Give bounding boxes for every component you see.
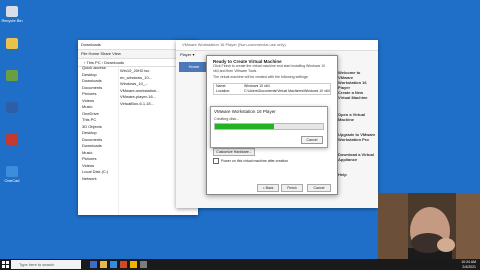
vmware-home-heading[interactable]: Upgrade to VMware Workstation Pro xyxy=(338,132,376,142)
desktop-icon-label: Recycle Bin xyxy=(1,18,23,23)
progress-status: Creating disk... xyxy=(214,117,240,121)
desktop-app-icon xyxy=(6,102,18,113)
progress-bar xyxy=(214,123,324,130)
office-icon[interactable] xyxy=(120,261,127,268)
back-button[interactable]: < Back xyxy=(257,184,279,192)
desktop-icon[interactable] xyxy=(1,70,23,82)
wizard-text: Click Finish to create the virtual machi… xyxy=(213,64,326,73)
desktop-app-icon xyxy=(6,6,18,17)
settings-value: C:\Users\Documents\Virtual Machines\Wind… xyxy=(244,88,330,93)
wizard-settings-table: Name: Windows 10 x64 Location: C:\Users\Doc… xyxy=(213,82,331,95)
progress-dialog[interactable]: VMware Workstation 16 Player Creating di… xyxy=(210,106,328,148)
progress-title: VMware Workstation 16 Player xyxy=(214,109,276,114)
wizard-title: Ready to Create Virtual Machine xyxy=(213,59,282,64)
desktop-app-icon xyxy=(6,70,18,81)
desktop: Recycle Bin OneCad Downloads File Home Sh… xyxy=(0,0,480,270)
power-on-checkbox[interactable] xyxy=(213,158,219,164)
clock-date: 2/4/2021 xyxy=(462,264,476,269)
wizard-cancel-button[interactable]: Cancel xyxy=(307,184,331,192)
vmware-home-heading[interactable]: Welcome to VMware Workstation 16 Player xyxy=(338,70,376,90)
settings-key: Location: xyxy=(216,88,231,93)
explorer-nav-pane[interactable]: Quick access Desktop Downloads Documents Pic… xyxy=(78,65,119,215)
desktop-icon[interactable] xyxy=(1,134,23,146)
desktop-icon[interactable]: Recycle Bin xyxy=(1,6,23,23)
clock-time: 10:24 AM xyxy=(461,260,476,264)
power-on-label: Power on this virtual machine after crea… xyxy=(221,159,289,163)
desktop-icon[interactable] xyxy=(1,38,23,50)
taskbar: Type here to search 10:24 AM 2/4/2021 xyxy=(0,259,480,270)
taskbar-search-input[interactable]: Type here to search xyxy=(11,260,81,269)
desktop-icon[interactable] xyxy=(1,102,23,114)
file-explorer-taskbar-icon[interactable] xyxy=(100,261,107,268)
finish-button[interactable]: Finish xyxy=(281,184,303,192)
wizard-subtext: The virtual machine will be created with… xyxy=(213,75,309,79)
vmware-taskbar-icon[interactable] xyxy=(140,261,147,268)
desktop-icon-label: OneCad xyxy=(4,178,20,183)
chrome-icon[interactable] xyxy=(130,261,137,268)
task-view-icon[interactable] xyxy=(90,261,97,268)
vmware-home-heading[interactable]: Help xyxy=(338,172,376,177)
vmware-home-heading[interactable]: Open a Virtual Machine xyxy=(338,112,376,122)
desktop-app-icon xyxy=(6,134,18,145)
clock[interactable]: 10:24 AM 2/4/2021 xyxy=(461,260,476,269)
settings-row: Location: C:\Users\Documents\Virtual Mach… xyxy=(214,89,330,94)
home-tab[interactable]: Home xyxy=(179,62,209,72)
vmware-home-heading[interactable]: Create a New Virtual Machine xyxy=(338,90,376,100)
nav-item[interactable]: Network xyxy=(78,176,118,183)
desktop-app-icon xyxy=(6,166,18,177)
desktop-app-icon xyxy=(6,38,18,49)
edge-icon[interactable] xyxy=(110,261,117,268)
progress-cancel-button[interactable]: Cancel xyxy=(301,136,323,144)
customize-hardware-button[interactable]: Customize Hardware... xyxy=(213,148,255,156)
vmware-home-heading[interactable]: Download a Virtual Appliance xyxy=(338,152,376,162)
progress-fill xyxy=(215,124,275,129)
vmware-title: VMware Workstation 16 Player (Non-commer… xyxy=(176,40,378,51)
power-on-checkbox-row[interactable]: Power on this virtual machine after crea… xyxy=(213,158,288,164)
start-icon[interactable] xyxy=(2,261,9,268)
desktop-icon[interactable]: OneCad xyxy=(1,166,23,183)
